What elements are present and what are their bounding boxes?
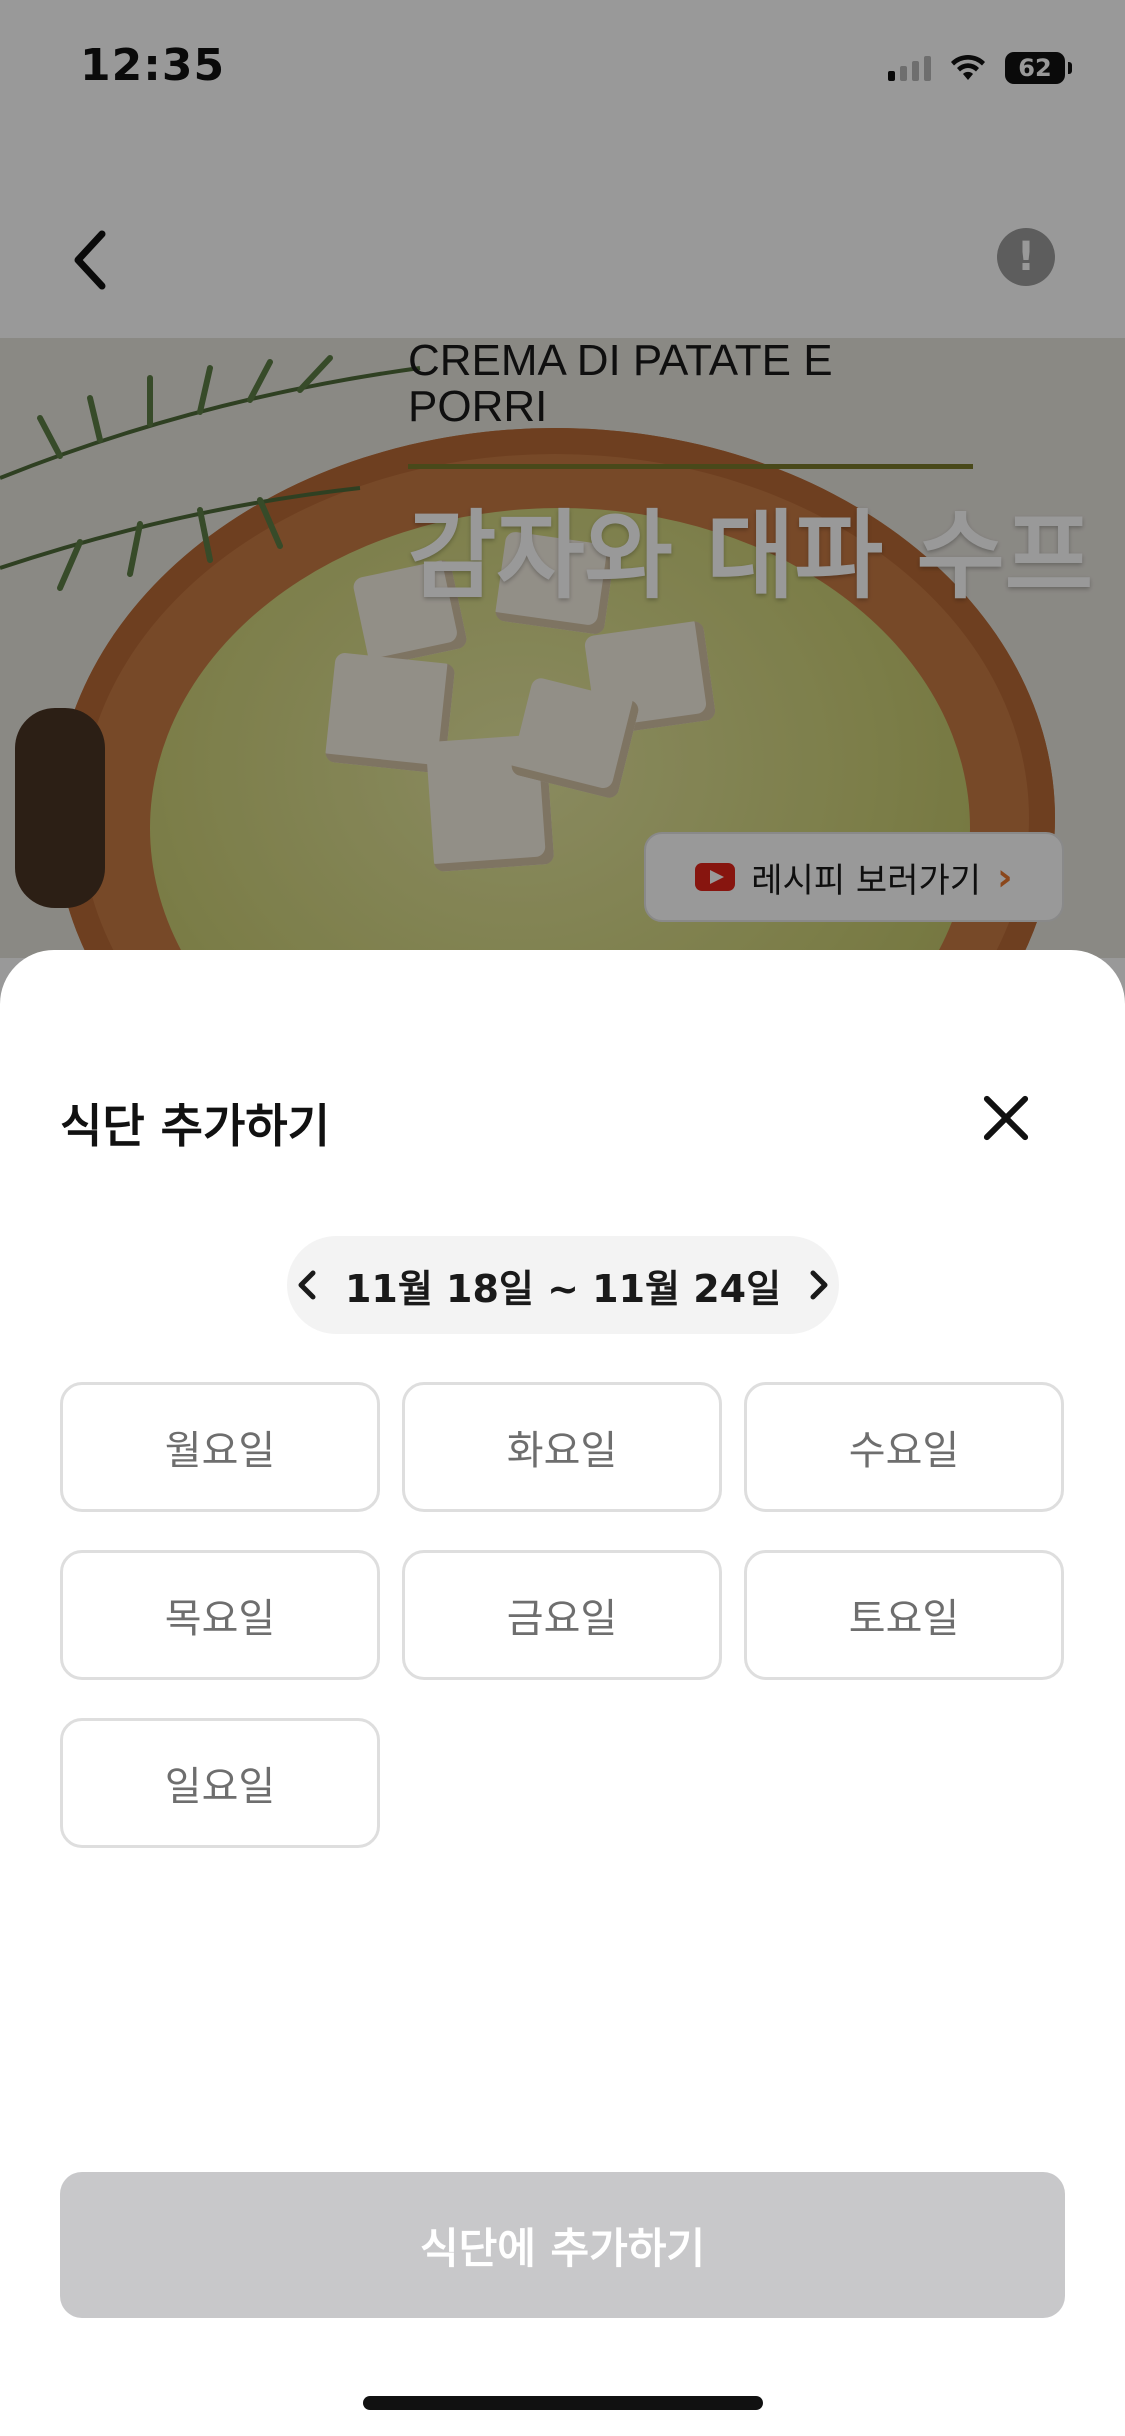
add-to-meal-plan-button[interactable]: 식단에 추가하기	[60, 2172, 1065, 2318]
day-selector-grid: 월요일 화요일 수요일 목요일 금요일 토요일 일요일	[60, 1382, 1065, 1848]
day-button-monday[interactable]: 월요일	[60, 1382, 380, 1512]
add-meal-plan-sheet: 식단 추가하기 11월 18일 ~ 11월 24일 월요일 화요일 수요일 목요…	[0, 950, 1125, 2436]
day-button-wednesday[interactable]: 수요일	[744, 1382, 1064, 1512]
day-button-friday[interactable]: 금요일	[402, 1550, 722, 1680]
day-button-thursday[interactable]: 목요일	[60, 1550, 380, 1680]
week-selector: 11월 18일 ~ 11월 24일	[287, 1236, 839, 1334]
day-button-saturday[interactable]: 토요일	[744, 1550, 1064, 1680]
week-range-label: 11월 18일 ~ 11월 24일	[344, 1266, 782, 1311]
home-indicator	[363, 2396, 763, 2410]
close-icon[interactable]	[980, 1092, 1032, 1144]
next-week-icon[interactable]	[803, 1265, 835, 1305]
previous-week-icon[interactable]	[291, 1265, 323, 1305]
day-button-tuesday[interactable]: 화요일	[402, 1382, 722, 1512]
day-button-sunday[interactable]: 일요일	[60, 1718, 380, 1848]
sheet-title: 식단 추가하기	[60, 1099, 330, 1153]
